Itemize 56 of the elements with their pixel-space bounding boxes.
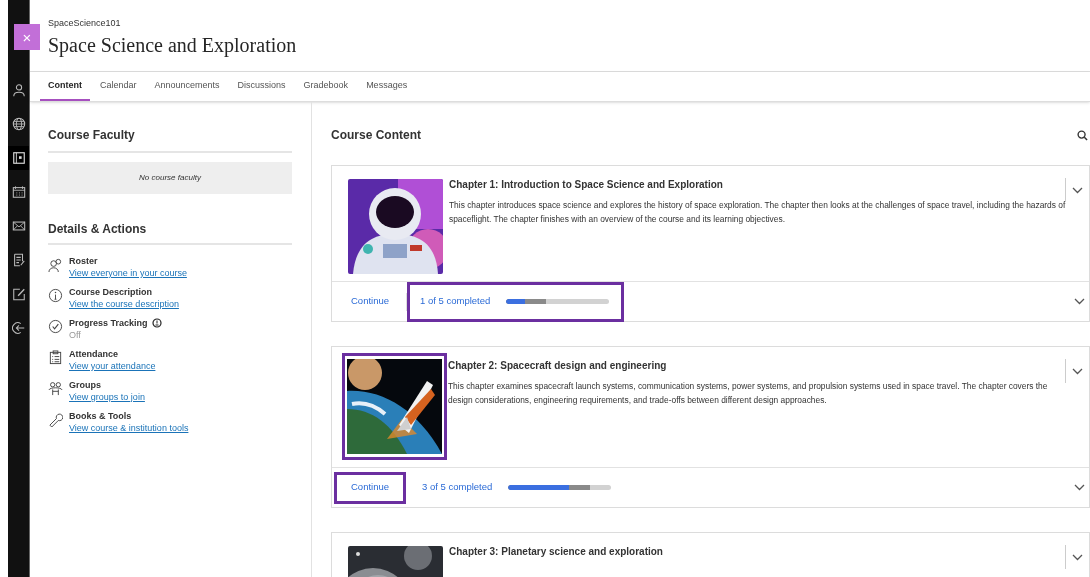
progress-text[interactable]: 3 of 5 completed [422, 480, 493, 495]
item-title: Progress Tracking [69, 317, 148, 329]
course-icon[interactable] [11, 151, 26, 165]
chevron-down-icon[interactable] [1074, 484, 1085, 491]
tab[interactable]: Gradebook [295, 72, 357, 101]
item-title: Attendance [69, 348, 118, 360]
continue-button[interactable]: Continue [334, 471, 407, 504]
section-heading: Details & Actions [48, 220, 292, 245]
chapter-description: This chapter introduces space science and explores the history of space exploration. The chapter then looks at the challenges of space travel, including the hazards of spaceflight. The chapter finishes with an overview of the course and its learning objectives. [449, 199, 1067, 226]
chevron-down-icon[interactable] [1072, 367, 1083, 375]
search-icon[interactable] [1077, 129, 1088, 141]
item-title: Books & Tools [69, 410, 132, 422]
mail-icon[interactable] [11, 219, 26, 233]
sign-out-icon[interactable] [11, 321, 26, 335]
info-icon [48, 288, 63, 303]
link[interactable]: View groups to join [69, 391, 145, 403]
grades-icon[interactable] [11, 253, 26, 267]
check-circle-icon [48, 319, 63, 334]
chevron-down-icon[interactable] [1072, 553, 1083, 561]
link[interactable]: View course & institution tools [69, 422, 189, 434]
status-text: Off [69, 329, 82, 341]
chevron-down-icon[interactable] [1074, 298, 1085, 305]
edit-icon[interactable] [11, 287, 26, 301]
item-title: Groups [69, 379, 101, 391]
chevron-down-icon[interactable] [1072, 186, 1083, 194]
close-button[interactable]: × [14, 24, 40, 50]
selected-nav-item[interactable] [8, 146, 29, 170]
section-heading: Course Content [331, 127, 421, 144]
link[interactable]: View the course description [69, 298, 179, 310]
clipboard-icon [48, 350, 63, 365]
link[interactable]: View everyone in your course [69, 267, 187, 279]
group-icon [48, 381, 63, 396]
calendar-icon[interactable] [11, 185, 26, 199]
chapter-title[interactable]: Chapter 1: Introduction to Space Science and Exploration [449, 178, 1071, 192]
wrench-icon [48, 412, 63, 427]
tab[interactable]: Announcements [146, 72, 228, 101]
tab[interactable]: Discussions [229, 72, 294, 101]
tab[interactable]: Content [40, 72, 90, 101]
info-icon[interactable] [151, 318, 162, 328]
tab[interactable]: Messages [358, 72, 416, 101]
link[interactable]: View your attendance [69, 360, 156, 372]
course-title: Space Science and Exploration [48, 33, 298, 59]
user-icon[interactable] [11, 83, 26, 97]
section-heading: Course Faculty [48, 126, 292, 153]
course-code: SpaceScience101 [48, 17, 122, 29]
item-title: Course Description [69, 286, 153, 298]
chapter-title[interactable]: Chapter 3: Planetary science and exploration [449, 545, 1071, 559]
progress-text[interactable]: 1 of 5 completed [420, 294, 491, 309]
chapter-description: This chapter examines spacecraft launch systems, communication systems, power systems, and propulsion systems used in space travel. The chapter covers the design considerations, engineering requirements, and trade-offs between different design approaches. [448, 380, 1049, 407]
continue-button[interactable]: Continue [334, 285, 407, 318]
people-icon [48, 257, 63, 272]
tab[interactable]: Calendar [92, 72, 145, 101]
chapter-title[interactable]: Chapter 2: Spacecraft design and engineering [448, 359, 1071, 373]
item-title: Roster [69, 255, 98, 267]
empty-message: No course faculty [139, 172, 201, 184]
globe-icon[interactable] [11, 117, 26, 131]
